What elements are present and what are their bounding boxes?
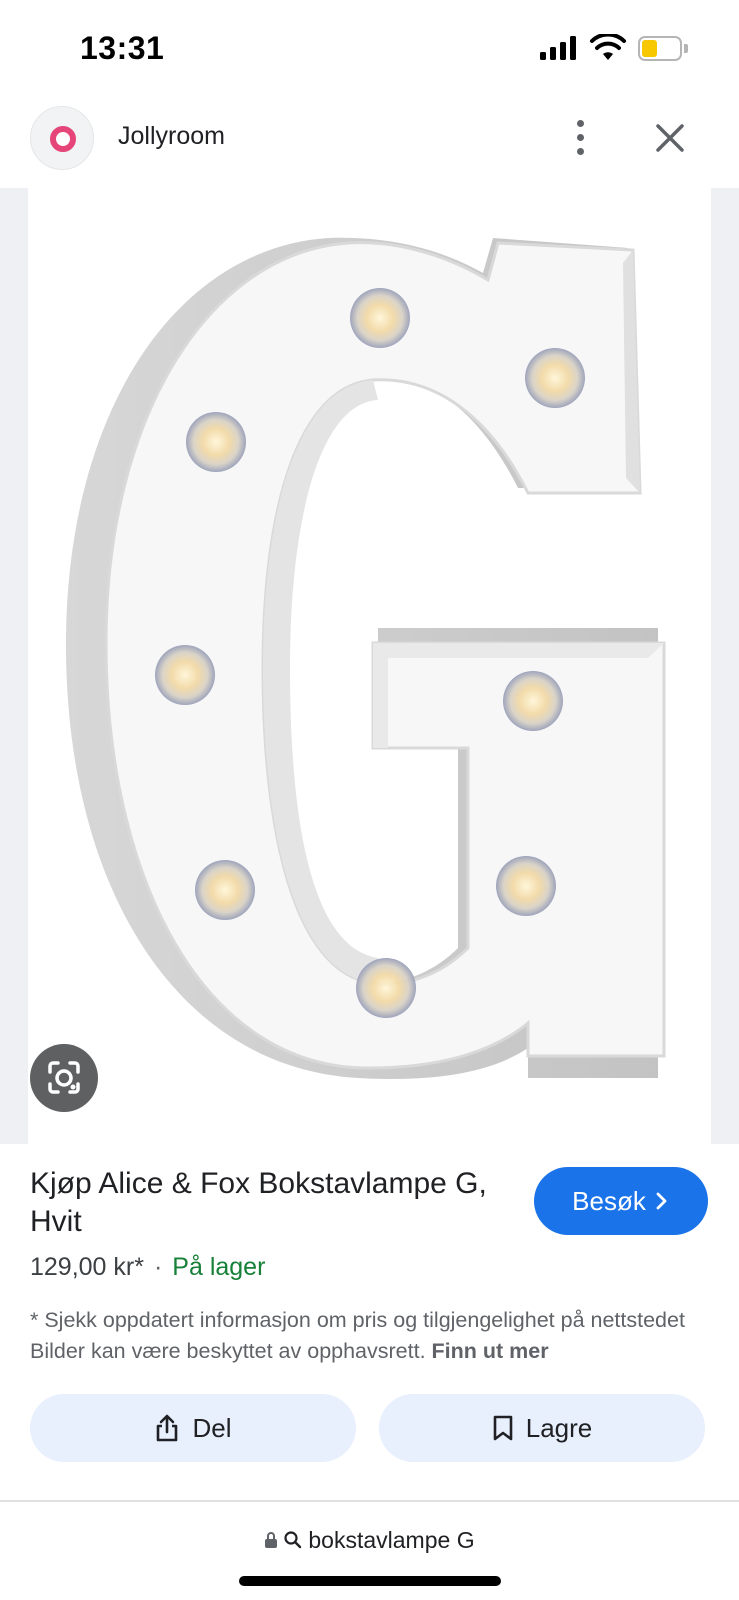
separator: ·	[153, 1253, 163, 1281]
home-indicator[interactable]	[239, 1576, 501, 1586]
disclaimer: * Sjekk oppdatert informasjon om pris og…	[30, 1305, 710, 1367]
price-row: 129,00 kr* · På lager	[30, 1253, 265, 1282]
close-icon[interactable]	[650, 118, 690, 158]
google-lens-button[interactable]	[30, 1044, 98, 1112]
visit-button-label: Besøk	[572, 1185, 646, 1216]
bookmark-icon	[493, 1415, 513, 1441]
product-title[interactable]: Kjøp Alice & Fox Bokstavlampe G, Hvit	[30, 1165, 500, 1241]
share-button-label: Del	[192, 1412, 232, 1443]
status-bar: 13:31	[0, 0, 739, 96]
save-button-label: Lagre	[525, 1412, 593, 1443]
chevron-right-icon	[656, 1192, 667, 1210]
product-image[interactable]	[28, 188, 711, 1144]
lock-icon	[265, 1532, 278, 1548]
cellular-signal-icon	[540, 36, 578, 60]
availability: På lager	[172, 1253, 266, 1281]
browser-address-bar[interactable]: bokstavlampe G	[0, 1520, 739, 1560]
price: 129,00 kr*	[30, 1253, 144, 1281]
share-icon	[157, 1414, 178, 1442]
battery-low-icon	[638, 36, 688, 61]
divider	[0, 1500, 739, 1502]
disclaimer-text: * Sjekk oppdatert informasjon om pris og…	[30, 1308, 685, 1363]
google-lens-icon	[48, 1061, 80, 1094]
status-time: 13:31	[80, 30, 165, 66]
learn-more-link[interactable]: Finn ut mer	[432, 1339, 549, 1363]
more-vertical-icon[interactable]	[560, 114, 600, 162]
site-name[interactable]: Jollyroom	[118, 122, 225, 151]
site-logo[interactable]	[30, 106, 94, 170]
marquee-letter-g-image	[65, 237, 666, 1079]
image-panel	[0, 188, 739, 1144]
jollyroom-logo-icon	[50, 126, 76, 152]
result-header: Jollyroom	[0, 100, 739, 180]
visit-button[interactable]: Besøk	[534, 1167, 708, 1235]
save-button[interactable]: Lagre	[379, 1394, 705, 1462]
wifi-icon	[590, 34, 626, 60]
share-button[interactable]: Del	[30, 1394, 356, 1462]
search-query: bokstavlampe G	[308, 1526, 475, 1553]
search-icon	[284, 1531, 302, 1549]
